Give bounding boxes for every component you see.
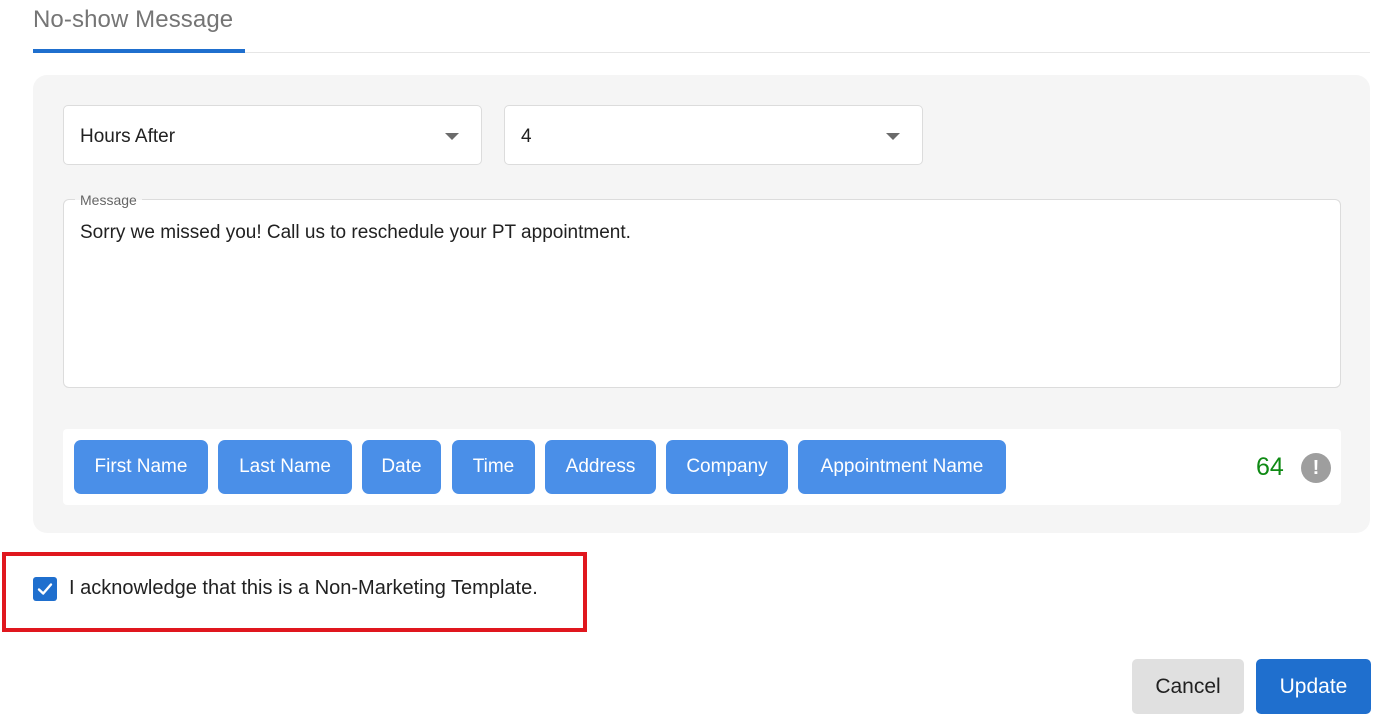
- timing-amount-select[interactable]: 4: [504, 105, 923, 165]
- tag-appointment-name-button[interactable]: Appointment Name: [798, 440, 1006, 494]
- message-settings-panel: Hours After 4 Message Sorry we missed yo…: [33, 75, 1370, 533]
- tag-company-button[interactable]: Company: [666, 440, 788, 494]
- active-tab-indicator: [33, 49, 245, 53]
- caret-down-icon: [445, 133, 459, 140]
- tab-bar: No-show Message: [33, 0, 1370, 53]
- tag-last-name-button[interactable]: Last Name: [218, 440, 352, 494]
- message-label: Message: [75, 193, 142, 207]
- acknowledge-label: I acknowledge that this is a Non-Marketi…: [69, 577, 538, 599]
- info-icon[interactable]: !: [1301, 453, 1331, 483]
- cancel-button[interactable]: Cancel: [1132, 659, 1244, 714]
- update-button[interactable]: Update: [1256, 659, 1371, 714]
- message-text: Sorry we missed you! Call us to reschedu…: [80, 222, 631, 243]
- tag-first-name-button[interactable]: First Name: [74, 440, 208, 494]
- tag-address-button[interactable]: Address: [545, 440, 656, 494]
- character-count: 64: [1256, 453, 1284, 481]
- acknowledge-checkbox[interactable]: [33, 577, 57, 601]
- caret-down-icon: [886, 133, 900, 140]
- message-textarea[interactable]: Message Sorry we missed you! Call us to …: [63, 193, 1341, 388]
- tag-time-button[interactable]: Time: [452, 440, 535, 494]
- checkmark-icon: [37, 583, 53, 595]
- tag-date-button[interactable]: Date: [362, 440, 441, 494]
- timing-unit-value: Hours After: [80, 126, 176, 147]
- timing-unit-select[interactable]: Hours After: [63, 105, 482, 165]
- merge-tags-row: First Name Last Name Date Time Address C…: [63, 429, 1341, 505]
- tab-no-show-message[interactable]: No-show Message: [33, 6, 233, 34]
- timing-amount-value: 4: [521, 126, 532, 147]
